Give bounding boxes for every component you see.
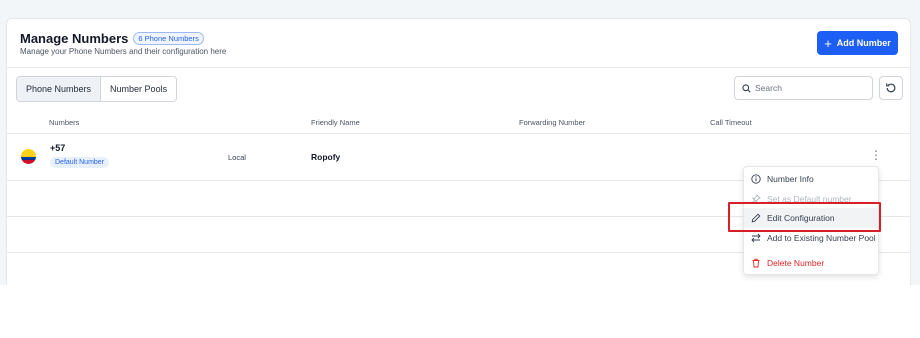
colombia-flag-icon [21,149,36,164]
default-number-badge: Default Number [50,157,110,168]
column-friendly-name: Friendly Name [311,118,360,127]
menu-item-label: Number Info [767,174,814,184]
menu-item-label: Edit Configuration [767,213,835,223]
transfer-icon [751,233,761,243]
info-icon [751,174,761,184]
refresh-icon [886,83,896,93]
search-icon [742,83,751,93]
menu-item-delete-number[interactable]: Delete Number [744,253,878,273]
trash-icon [752,258,760,268]
pencil-icon [751,213,761,223]
card-header: Manage Numbers 6 Phone Numbers Manage yo… [7,19,910,68]
more-options-icon[interactable]: ⋮ [870,149,882,161]
menu-item-add-to-pool[interactable]: Add to Existing Number Pool [744,228,878,248]
page-subtitle: Manage your Phone Numbers and their conf… [20,47,227,56]
phone-number: +57 [50,143,66,153]
refresh-button[interactable] [879,76,903,100]
phone-count-badge: 6 Phone Numbers [133,32,204,45]
view-tabs: Phone Numbers Number Pools [16,76,178,102]
menu-item-label: Add to Existing Number Pool [767,233,876,243]
menu-item-edit-configuration[interactable]: Edit Configuration [744,208,878,228]
search-box[interactable] [734,76,873,100]
pin-icon [751,194,761,204]
friendly-name: Ropofy [311,152,341,162]
column-forwarding-number: Forwarding Number [519,118,586,127]
menu-item-set-default[interactable]: Set as Default number [744,189,878,209]
table-header: Numbers Friendly Name Forwarding Number … [7,112,910,134]
row-actions-menu: Number Info Set as Default number Edit C… [743,166,879,275]
menu-item-label: Set as Default number [767,194,852,204]
add-number-button[interactable]: + Add Number [817,31,898,55]
plus-icon: + [824,35,832,51]
column-call-timeout: Call Timeout [710,118,752,127]
menu-item-label: Delete Number [767,258,825,268]
page-title-group: Manage Numbers 6 Phone Numbers [20,31,204,46]
column-numbers: Numbers [49,118,80,127]
tab-number-pools[interactable]: Number Pools [101,77,177,101]
search-input[interactable] [755,83,865,93]
add-number-label: Add Number [836,38,891,48]
menu-item-number-info[interactable]: Number Info [744,169,878,189]
tab-phone-numbers[interactable]: Phone Numbers [17,77,102,101]
number-type: Local [228,153,246,162]
page-title: Manage Numbers [20,31,129,46]
